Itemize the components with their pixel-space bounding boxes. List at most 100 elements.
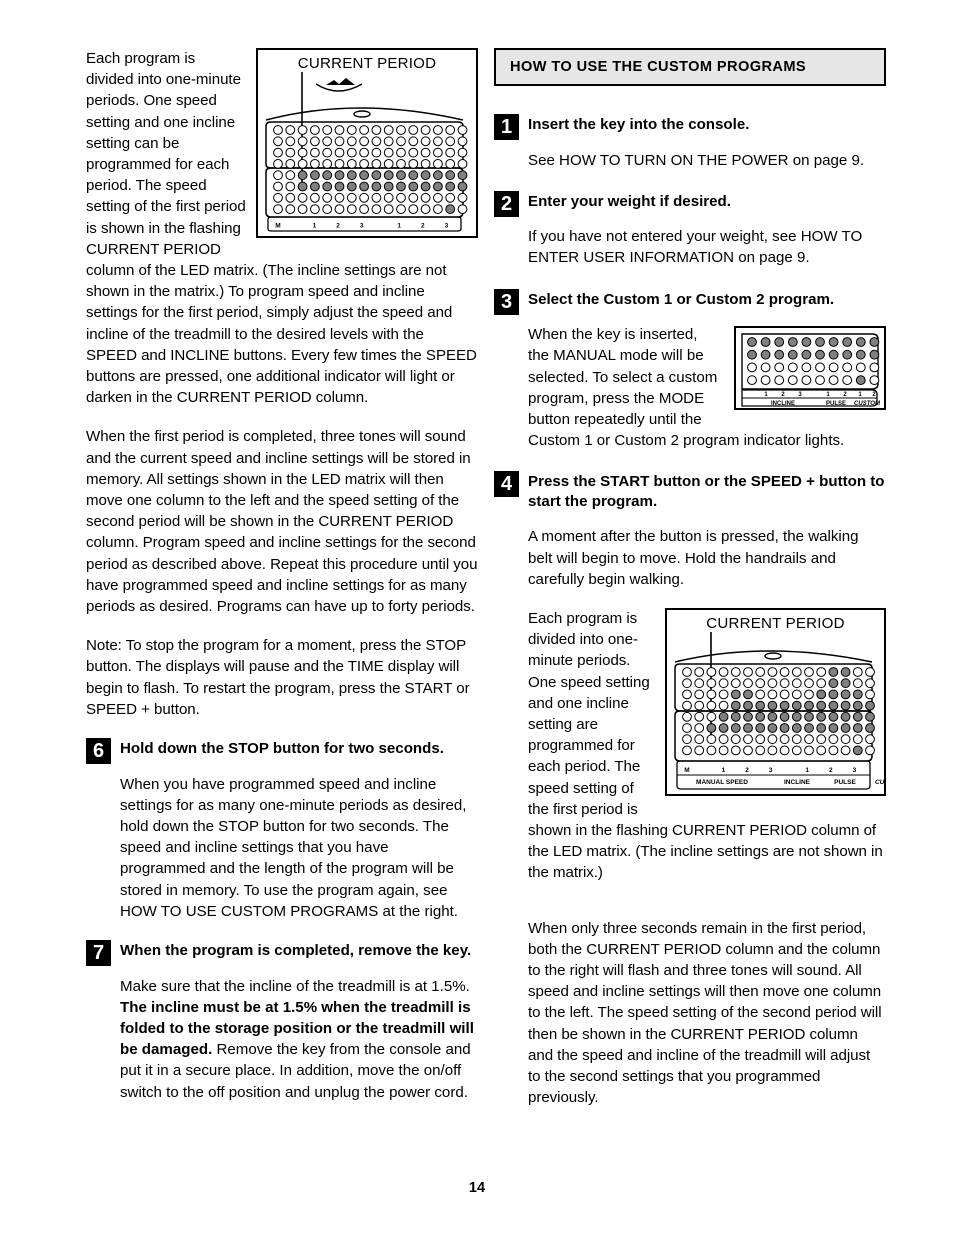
- led-dot: [383, 204, 394, 215]
- led-dot: [865, 745, 875, 756]
- led-dot: [804, 734, 814, 745]
- led-dot: [322, 192, 333, 203]
- led-dot: [346, 136, 357, 147]
- led-dot: [816, 723, 827, 733]
- led-dot: [828, 745, 839, 756]
- led-dot: [760, 337, 771, 348]
- led-tick-label: 1: [858, 392, 862, 398]
- led-dot: [801, 362, 812, 373]
- led-dot: [730, 700, 741, 711]
- figure-title-current-period-big: CURRENT PERIOD: [706, 614, 845, 632]
- step-2: 2 Enter your weight if desired. If you h…: [494, 190, 886, 269]
- led-dot: [730, 689, 741, 700]
- led-dot: [804, 689, 814, 700]
- section-header-custom-programs: HOW TO USE THE CUSTOM PROGRAMS: [494, 48, 886, 86]
- led-dot: [420, 170, 431, 181]
- step-4-title: Press the START button or the SPEED + bu…: [528, 473, 885, 510]
- led-dot: [816, 678, 827, 689]
- led-dot: [359, 170, 369, 181]
- led-dot: [718, 723, 729, 733]
- step-3-body-wrap: 1 2 3 1 2 1 2 INCLINE PULSE CUSTOM When the key i…: [528, 324, 886, 451]
- led-dot: [767, 723, 778, 733]
- led-dot: [787, 337, 798, 348]
- led-dot: [816, 745, 827, 756]
- led-dot: [694, 711, 705, 722]
- led-dot: [828, 362, 839, 373]
- led-dot: [310, 204, 320, 215]
- led-dot: [852, 745, 863, 756]
- led-tick-label: 1: [826, 392, 830, 398]
- step-6-title: Hold down the STOP button for two second…: [120, 740, 444, 758]
- led-dot: [706, 678, 717, 689]
- led-dot: [828, 375, 839, 386]
- led-dot: [791, 667, 802, 677]
- led-tick-label: 3: [360, 223, 364, 230]
- led-dot: [791, 711, 802, 722]
- led-dot: [760, 375, 771, 386]
- led-dot: [855, 362, 866, 373]
- led-dot: [359, 181, 369, 192]
- led-dot: [371, 147, 382, 158]
- led-dot: [828, 711, 839, 722]
- led-dot: [828, 349, 839, 360]
- led-dot: [779, 678, 790, 689]
- led-dot: [828, 337, 839, 348]
- step-3-title: Select the Custom 1 or Custom 2 program.: [528, 290, 835, 308]
- led-dot: [285, 170, 296, 181]
- led-dot: [682, 723, 692, 733]
- led-dot: [383, 125, 394, 135]
- led-dot: [869, 337, 880, 348]
- led-groups-big: MANUAL SPEED INCLINE PULSE CUSTOM: [696, 779, 884, 786]
- led-dot: [273, 204, 283, 215]
- led-dot: [718, 745, 729, 756]
- led-dot: [816, 689, 827, 700]
- led-dot: [310, 147, 320, 158]
- led-dot: [747, 349, 757, 360]
- led-dot: [322, 181, 333, 192]
- led-dot: [787, 375, 798, 386]
- led-dot: [420, 204, 431, 215]
- led-group-label: INCLINE: [771, 401, 795, 407]
- led-dot: [779, 700, 790, 711]
- led-dot: [297, 204, 308, 215]
- led-dot: [346, 170, 357, 181]
- led-console-figure-left: CURRENT PERIOD M1231231212: [256, 48, 478, 238]
- led-labels-big: M1231231212: [684, 767, 856, 774]
- led-dot: [310, 136, 320, 147]
- step-6-number: 6: [86, 738, 111, 765]
- led-dot: [791, 723, 802, 733]
- led-dot: [718, 734, 729, 745]
- step-7-body: Make sure that the incline of the treadm…: [120, 976, 478, 1103]
- led-dot: [767, 734, 778, 745]
- led-dot: [869, 349, 880, 360]
- step-7: 7 When the program is completed, remove …: [86, 940, 478, 1103]
- led-dot: [815, 375, 825, 386]
- led-dot: [730, 711, 741, 722]
- led-dot: [334, 170, 345, 181]
- led-dot: [396, 147, 406, 158]
- led-dot: [755, 689, 766, 700]
- led-dot: [408, 136, 419, 147]
- led-dot: [828, 678, 839, 689]
- led-dot: [297, 159, 308, 169]
- led-dot: [334, 204, 345, 215]
- led-dot: [694, 734, 705, 745]
- right-column: HOW TO USE THE CUSTOM PROGRAMS 1 Insert …: [494, 48, 886, 1126]
- led-console-figure-small: 1 2 3 1 2 1 2 INCLINE PULSE CUSTOM: [734, 326, 886, 411]
- led-dot: [383, 136, 394, 147]
- led-dot: [457, 125, 468, 135]
- led-dot: [730, 678, 741, 689]
- led-dot: [840, 667, 851, 677]
- led-dot: [718, 700, 729, 711]
- led-dot: [828, 700, 839, 711]
- left-para-2: When the first period is completed, thre…: [86, 428, 478, 616]
- led-dot: [285, 136, 296, 147]
- step-6: 6 Hold down the STOP button for two seco…: [86, 738, 478, 922]
- led-dot: [755, 711, 766, 722]
- led-tick-label: 2: [336, 223, 340, 230]
- led-dot: [842, 349, 853, 360]
- led-dot: [855, 375, 866, 386]
- led-group-label: PULSE: [826, 401, 846, 407]
- led-dot: [420, 136, 431, 147]
- step-7-title: When the program is completed, remove th…: [120, 942, 472, 960]
